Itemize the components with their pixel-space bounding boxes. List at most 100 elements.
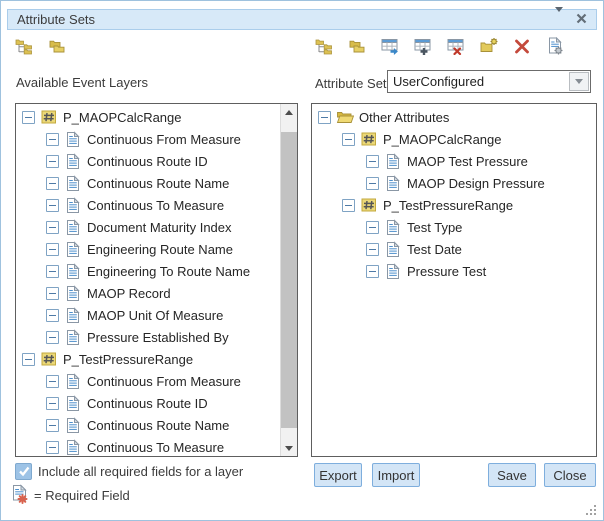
attribute-set-tree: Other Attributes P_MAOPCalcRange MAOP Test… xyxy=(312,106,596,456)
collapse-toggle[interactable] xyxy=(366,243,379,256)
minus-icon xyxy=(321,117,328,118)
tree-item[interactable]: P_TestPressureRange xyxy=(312,194,596,216)
combobox-dropdown-button[interactable] xyxy=(569,72,589,91)
minus-icon xyxy=(49,205,56,206)
collapse-toggle[interactable] xyxy=(22,111,35,124)
tree-item[interactable]: Pressure Test xyxy=(312,260,596,282)
collapse-toggle[interactable] xyxy=(366,265,379,278)
collapse-toggle[interactable] xyxy=(46,243,59,256)
collapse-toggle[interactable] xyxy=(46,199,59,212)
tree-item[interactable]: MAOP Unit Of Measure xyxy=(16,304,280,326)
include-required-fields-checkbox[interactable] xyxy=(15,463,32,480)
tree-item-label: MAOP Unit Of Measure xyxy=(87,308,223,323)
tree-item[interactable]: Test Type xyxy=(312,216,596,238)
tree-item[interactable]: P_TestPressureRange xyxy=(16,348,280,370)
vertical-scrollbar[interactable] xyxy=(280,104,297,456)
title-bar: Attribute Sets xyxy=(7,9,597,30)
remove-from-table-button[interactable] xyxy=(447,38,465,56)
tree-item[interactable]: Continuous To Measure xyxy=(16,194,280,216)
delete-button[interactable] xyxy=(513,38,531,56)
window-title: Attribute Sets xyxy=(17,12,95,27)
attribute-set-panel: Other Attributes P_MAOPCalcRange MAOP Test… xyxy=(311,103,597,457)
tree-item-label: Continuous To Measure xyxy=(87,440,224,455)
close-button[interactable]: Close xyxy=(544,463,596,487)
export-button[interactable]: Export xyxy=(314,463,362,487)
doc-icon xyxy=(64,197,82,214)
collapse-toggle[interactable] xyxy=(342,199,355,212)
tree-item[interactable]: Engineering To Route Name xyxy=(16,260,280,282)
document-settings-button[interactable] xyxy=(546,38,564,56)
tree-item[interactable]: Continuous From Measure xyxy=(16,128,280,150)
add-to-table-button[interactable] xyxy=(414,38,432,56)
tree-item[interactable]: Engineering Route Name xyxy=(16,238,280,260)
folders-button[interactable] xyxy=(48,38,66,56)
minus-icon xyxy=(49,403,56,404)
folder-settings-button[interactable] xyxy=(480,38,498,56)
collapse-toggle[interactable] xyxy=(46,221,59,234)
tree-item[interactable]: P_MAOPCalcRange xyxy=(16,106,280,128)
tree-item[interactable]: Pressure Established By xyxy=(16,326,280,348)
collapse-toggle[interactable] xyxy=(46,133,59,146)
scroll-down-button[interactable] xyxy=(281,440,297,456)
close-icon[interactable] xyxy=(576,12,587,27)
tree-item[interactable]: Continuous Route Name xyxy=(16,172,280,194)
tree-item[interactable]: Continuous Route ID xyxy=(16,150,280,172)
collapse-toggle[interactable] xyxy=(366,177,379,190)
scrollbar-thumb[interactable] xyxy=(281,132,297,428)
folders-button[interactable] xyxy=(348,38,366,56)
doc-gear-icon xyxy=(546,37,564,58)
tree-item[interactable]: MAOP Test Pressure xyxy=(312,150,596,172)
tree-item[interactable]: MAOP Record xyxy=(16,282,280,304)
tree-item[interactable]: Continuous To Measure xyxy=(16,436,280,456)
collapse-toggle[interactable] xyxy=(342,133,355,146)
tree-item[interactable]: Continuous Route ID xyxy=(16,392,280,414)
chevron-down-icon[interactable] xyxy=(555,12,563,27)
collapse-toggle[interactable] xyxy=(46,309,59,322)
doc-icon xyxy=(384,263,402,280)
collapse-toggle[interactable] xyxy=(46,331,59,344)
minus-icon xyxy=(49,227,56,228)
tree-item[interactable]: Document Maturity Index xyxy=(16,216,280,238)
collapse-toggle[interactable] xyxy=(46,397,59,410)
layers-tree-button[interactable] xyxy=(315,38,333,56)
toolbar-right xyxy=(315,38,564,56)
export-table-button[interactable] xyxy=(381,38,399,56)
scroll-up-button[interactable] xyxy=(281,104,297,120)
tree-item[interactable]: Continuous Route Name xyxy=(16,414,280,436)
collapse-toggle[interactable] xyxy=(46,375,59,388)
collapse-toggle[interactable] xyxy=(22,353,35,366)
collapse-toggle[interactable] xyxy=(46,265,59,278)
doc-icon xyxy=(64,263,82,280)
collapse-toggle[interactable] xyxy=(318,111,331,124)
doc-icon xyxy=(64,153,82,170)
collapse-toggle[interactable] xyxy=(366,155,379,168)
tree-item-label: Other Attributes xyxy=(359,110,449,125)
doc-icon xyxy=(64,131,82,148)
collapse-toggle[interactable] xyxy=(366,221,379,234)
tree-item[interactable]: P_MAOPCalcRange xyxy=(312,128,596,150)
tree-item-label: MAOP Test Pressure xyxy=(407,154,528,169)
collapse-toggle[interactable] xyxy=(46,419,59,432)
tree-item-label: P_MAOPCalcRange xyxy=(63,110,182,125)
collapse-toggle[interactable] xyxy=(46,177,59,190)
collapse-toggle[interactable] xyxy=(46,155,59,168)
tree-item[interactable]: Continuous From Measure xyxy=(16,370,280,392)
collapse-toggle[interactable] xyxy=(46,287,59,300)
tree-item[interactable]: Other Attributes xyxy=(312,106,596,128)
resize-grip[interactable] xyxy=(586,504,597,515)
layers-tree-button[interactable] xyxy=(15,38,33,56)
minus-icon xyxy=(49,183,56,184)
import-button[interactable]: Import xyxy=(372,463,420,487)
tree-item[interactable]: MAOP Design Pressure xyxy=(312,172,596,194)
doc-icon xyxy=(64,219,82,236)
save-button[interactable]: Save xyxy=(488,463,536,487)
attribute-set-combobox[interactable]: UserConfigured xyxy=(387,70,591,93)
tree-item-label: Continuous From Measure xyxy=(87,374,241,389)
collapse-toggle[interactable] xyxy=(46,441,59,454)
doc-icon xyxy=(384,219,402,236)
doc-icon xyxy=(64,175,82,192)
tree-item-label: Test Date xyxy=(407,242,462,257)
tree-item[interactable]: Test Date xyxy=(312,238,596,260)
doc-icon xyxy=(64,373,82,390)
table-export-icon xyxy=(381,37,399,58)
